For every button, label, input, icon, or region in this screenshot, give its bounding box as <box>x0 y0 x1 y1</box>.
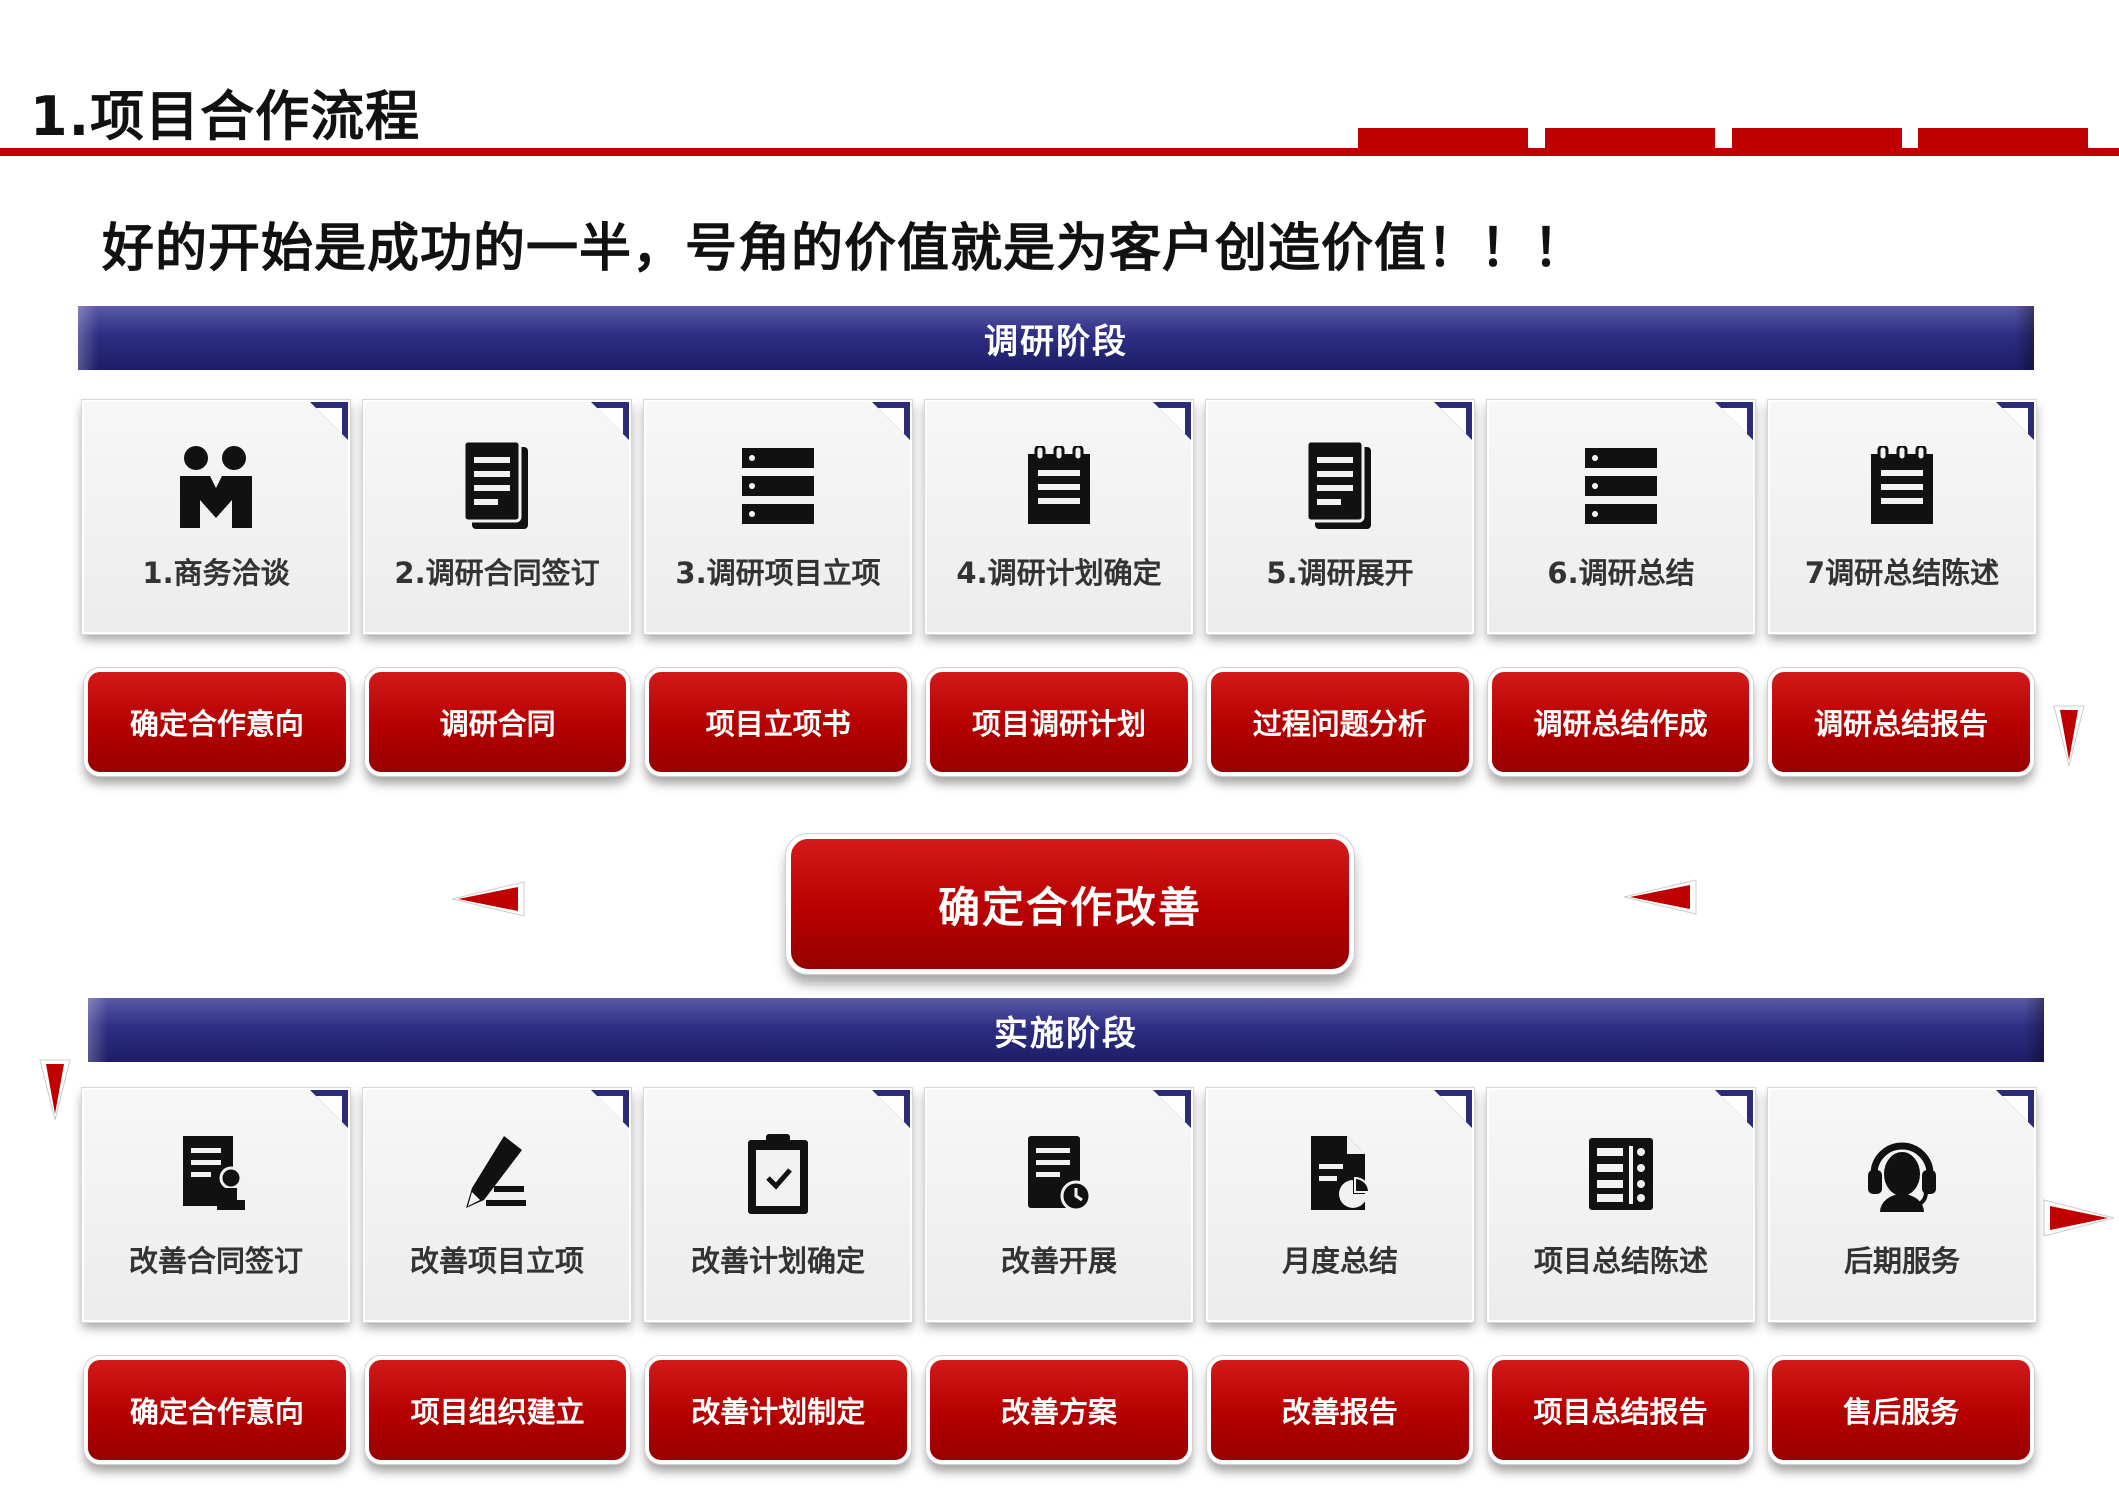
contract-stamp-icon <box>170 1128 262 1220</box>
step-label: 7调研总结陈述 <box>1804 556 2000 590</box>
title-accent-tab <box>1732 128 1902 152</box>
arrow-right-icon <box>2043 1199 2115 1237</box>
clipboard-check-icon <box>732 1128 824 1220</box>
headset-support-icon <box>1856 1128 1948 1220</box>
research-outputs-row: 确定合作意向 调研合同 项目立项书 项目调研计划 过程问题分析 调研总结作成 调… <box>84 668 2035 776</box>
slogan: 好的开始是成功的一半，号角的价值就是为客户创造价值！！！ <box>102 219 1587 279</box>
output-button[interactable]: 调研总结作成 <box>1487 668 1754 776</box>
output-button[interactable]: 调研总结报告 <box>1768 668 2035 776</box>
output-button[interactable]: 售后服务 <box>1768 1356 2035 1464</box>
research-step-card[interactable]: 5.调研展开 <box>1206 400 1474 634</box>
server-list-icon <box>1575 440 1667 532</box>
research-stage-header: 调研阶段 <box>78 306 2034 370</box>
output-button[interactable]: 改善报告 <box>1206 1356 1473 1464</box>
list-grid-icon <box>1575 1128 1667 1220</box>
notepad-icon <box>1856 440 1948 532</box>
title-accent-tab <box>1918 128 2088 152</box>
implementation-steps-row: 改善合同签订 改善项目立项 改善计划确定 改善开展 月度总结 项目总结陈述 后期… <box>82 1088 2036 1328</box>
page-title: 1.项目合作流程 <box>30 85 421 148</box>
implementation-step-card[interactable]: 改善计划确定 <box>644 1088 912 1322</box>
arrow-down-icon <box>2053 705 2085 767</box>
output-button[interactable]: 调研合同 <box>364 668 631 776</box>
implementation-step-card[interactable]: 改善项目立项 <box>363 1088 631 1322</box>
server-list-icon <box>732 440 824 532</box>
output-button[interactable]: 项目调研计划 <box>926 668 1192 776</box>
file-chart-icon <box>1294 1128 1386 1220</box>
step-label: 4.调研计划确定 <box>956 556 1162 590</box>
research-step-card[interactable]: 7调研总结陈述 <box>1768 400 2036 634</box>
step-label: 3.调研项目立项 <box>675 556 881 590</box>
pen-write-icon <box>451 1128 543 1220</box>
output-button[interactable]: 过程问题分析 <box>1206 668 1473 776</box>
step-label: 改善合同签订 <box>128 1244 303 1278</box>
research-step-card[interactable]: 4.调研计划确定 <box>925 400 1193 634</box>
implementation-step-card[interactable]: 改善开展 <box>925 1088 1193 1322</box>
output-button[interactable]: 确定合作意向 <box>84 1356 350 1464</box>
research-step-card[interactable]: 6.调研总结 <box>1487 400 1755 634</box>
step-label: 5.调研展开 <box>1266 556 1414 590</box>
step-label: 改善开展 <box>1000 1244 1117 1278</box>
output-button[interactable]: 改善计划制定 <box>645 1356 912 1464</box>
step-label: 1.商务洽谈 <box>142 556 290 590</box>
research-step-card[interactable]: 1.商务洽谈 <box>82 400 350 634</box>
research-step-card[interactable]: 2.调研合同签订 <box>363 400 631 634</box>
step-label: 项目总结陈述 <box>1533 1244 1708 1278</box>
arrow-left-icon <box>1623 879 1697 915</box>
implementation-step-card[interactable]: 项目总结陈述 <box>1487 1088 1755 1322</box>
step-label: 改善计划确定 <box>690 1244 865 1278</box>
confirm-cooperation-button[interactable]: 确定合作改善 <box>786 834 1354 974</box>
arrow-left-icon <box>451 881 525 917</box>
output-button[interactable]: 改善方案 <box>926 1356 1192 1464</box>
output-button[interactable]: 项目立项书 <box>645 668 912 776</box>
title-accent-tab <box>1545 128 1715 152</box>
implementation-stage-header: 实施阶段 <box>88 998 2044 1062</box>
step-label: 6.调研总结 <box>1547 556 1695 590</box>
document-icon <box>451 440 543 532</box>
implementation-step-card[interactable]: 改善合同签订 <box>82 1088 350 1322</box>
output-button[interactable]: 确定合作意向 <box>84 668 350 776</box>
handshake-people-icon <box>170 440 262 532</box>
implementation-step-card[interactable]: 月度总结 <box>1206 1088 1474 1322</box>
research-steps-row: 1.商务洽谈 2.调研合同签订 3.调研项目立项 4.调研计划确定 5.调研展开 <box>82 400 2036 640</box>
notepad-icon <box>1013 440 1105 532</box>
implementation-outputs-row: 确定合作意向 项目组织建立 改善计划制定 改善方案 改善报告 项目总结报告 售后… <box>84 1356 2035 1464</box>
document-icon <box>1294 440 1386 532</box>
arrow-down-icon <box>39 1059 71 1121</box>
output-button[interactable]: 项目总结报告 <box>1487 1356 1754 1464</box>
implementation-step-card[interactable]: 后期服务 <box>1768 1088 2036 1322</box>
document-clock-icon <box>1013 1128 1105 1220</box>
output-button[interactable]: 项目组织建立 <box>364 1356 631 1464</box>
research-step-card[interactable]: 3.调研项目立项 <box>644 400 912 634</box>
step-label: 改善项目立项 <box>409 1244 584 1278</box>
title-accent-tab <box>1358 128 1528 152</box>
step-label: 月度总结 <box>1281 1244 1398 1278</box>
step-label: 2.调研合同签订 <box>394 556 600 590</box>
step-label: 后期服务 <box>1843 1244 1960 1278</box>
